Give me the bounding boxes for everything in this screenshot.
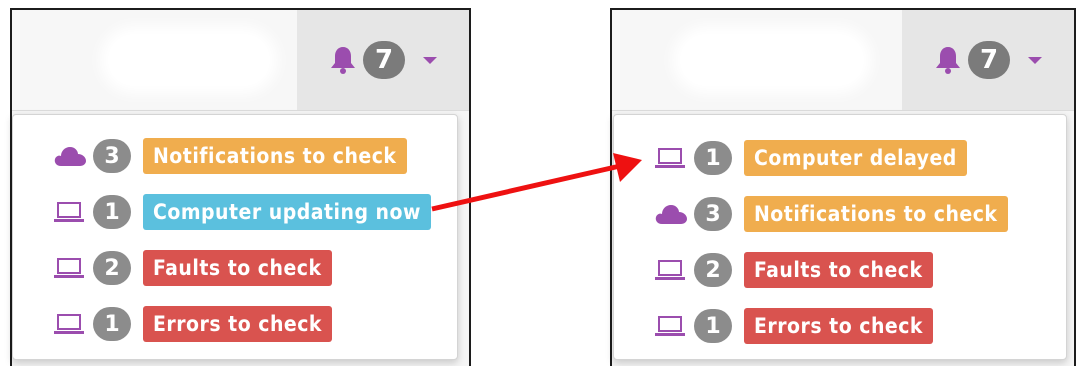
arrow-head	[613, 153, 642, 182]
red-arrow	[431, 153, 642, 212]
arrow-shaft	[431, 163, 621, 212]
